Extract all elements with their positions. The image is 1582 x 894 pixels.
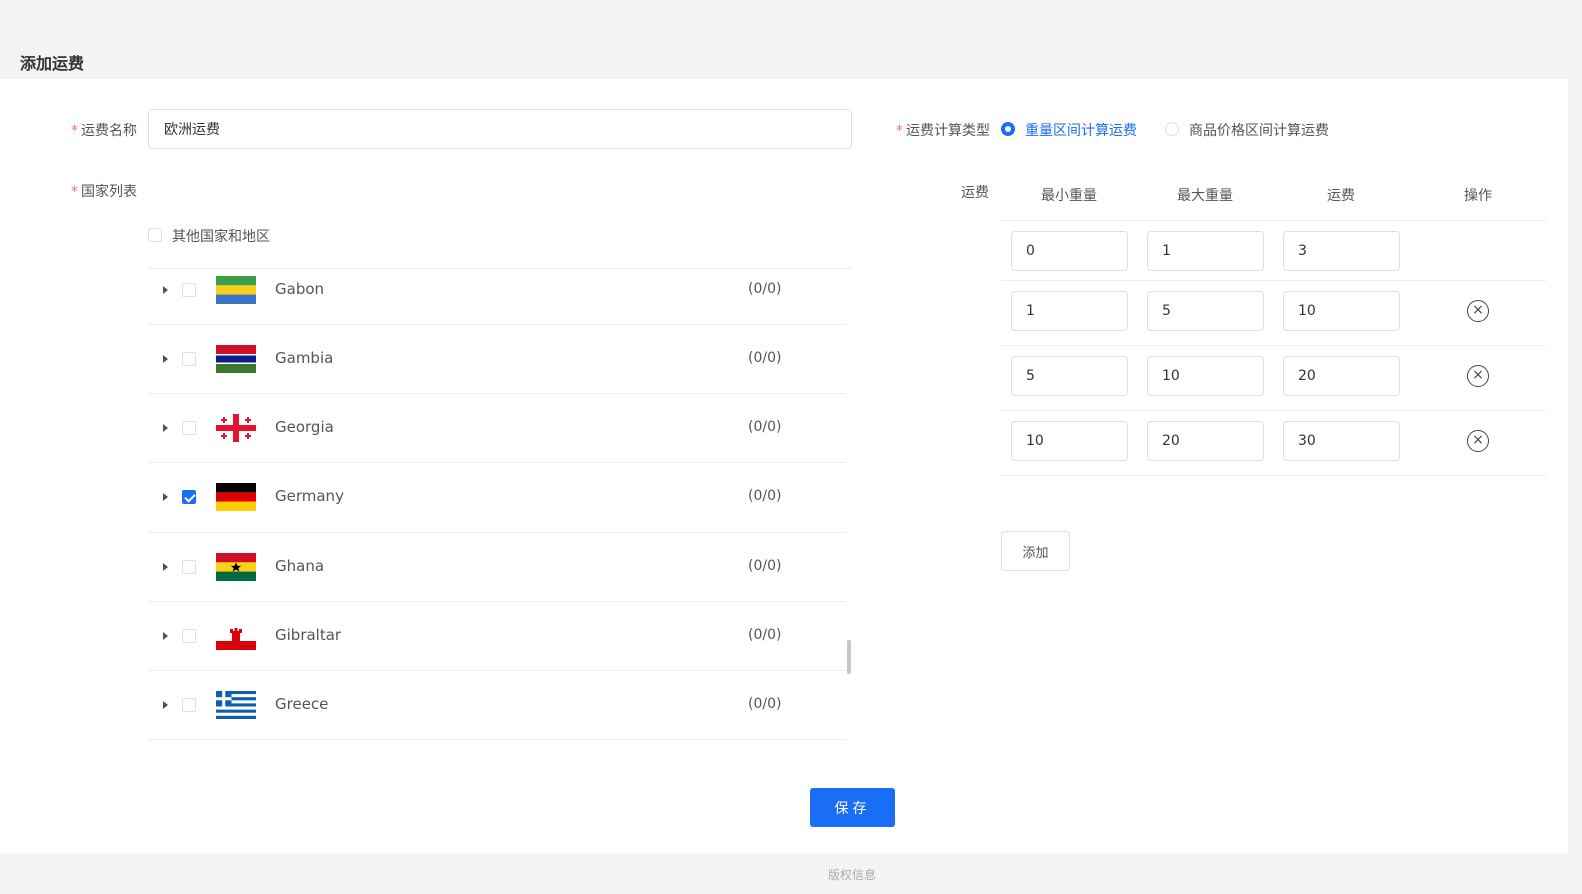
top-bar bbox=[0, 0, 1568, 20]
greece-flag-icon bbox=[216, 691, 256, 719]
country-name: Georgia bbox=[275, 418, 334, 436]
country-name: Gibraltar bbox=[275, 626, 342, 644]
gambia-flag-icon bbox=[216, 345, 256, 373]
country-count: (0/0) bbox=[748, 419, 782, 435]
country-count: (0/0) bbox=[748, 281, 782, 297]
expand-caret-icon[interactable] bbox=[163, 632, 168, 640]
fee-row: 10 20 30 × bbox=[1001, 411, 1546, 476]
country-checkbox[interactable] bbox=[182, 629, 196, 643]
country-row-gibraltar[interactable]: Gibraltar (0/0) bbox=[148, 602, 846, 671]
max-weight-input[interactable]: 1 bbox=[1147, 231, 1264, 271]
header-min-weight: 最小重量 bbox=[1041, 188, 1097, 204]
georgia-flag-icon bbox=[216, 414, 256, 442]
country-list-scrollbar[interactable] bbox=[847, 640, 851, 674]
expand-caret-icon[interactable] bbox=[163, 493, 168, 501]
delete-row-icon[interactable]: × bbox=[1467, 300, 1489, 322]
add-row-button[interactable]: 添加 bbox=[1001, 531, 1070, 571]
fee-row: 5 10 20 × bbox=[1001, 346, 1546, 411]
country-checkbox[interactable] bbox=[182, 490, 196, 504]
weight-range-radio[interactable] bbox=[1001, 122, 1015, 136]
name-label: * 运费名称 bbox=[71, 123, 137, 139]
delete-row-icon[interactable]: × bbox=[1467, 430, 1489, 452]
country-count: (0/0) bbox=[748, 558, 782, 574]
country-list-label: * 国家列表 bbox=[71, 184, 137, 200]
fee-input[interactable]: 3 bbox=[1283, 231, 1400, 271]
min-weight-input[interactable]: 10 bbox=[1011, 421, 1128, 461]
country-count: (0/0) bbox=[748, 627, 782, 643]
max-weight-input[interactable]: 5 bbox=[1147, 291, 1264, 331]
country-row-ghana[interactable]: Ghana (0/0) bbox=[148, 533, 846, 602]
price-range-label[interactable]: 商品价格区间计算运费 bbox=[1189, 120, 1329, 140]
header-fee: 运费 bbox=[1327, 188, 1355, 204]
gabon-flag-icon bbox=[216, 276, 256, 304]
country-name: Gabon bbox=[275, 280, 325, 298]
header-max-weight: 最大重量 bbox=[1177, 188, 1233, 204]
country-name: Gambia bbox=[275, 349, 334, 367]
fee-input[interactable]: 20 bbox=[1283, 356, 1400, 396]
country-row-georgia[interactable]: Georgia (0/0) bbox=[148, 394, 846, 463]
page-scrollbar-track[interactable] bbox=[1568, 0, 1582, 894]
ghana-flag-icon bbox=[216, 553, 256, 581]
other-regions-checkbox[interactable] bbox=[148, 228, 162, 242]
required-mark: * bbox=[71, 184, 78, 200]
header-actions: 操作 bbox=[1464, 188, 1492, 204]
weight-range-label[interactable]: 重量区间计算运费 bbox=[1025, 120, 1137, 140]
expand-caret-icon[interactable] bbox=[163, 701, 168, 709]
calc-type-label: * 运费计算类型 bbox=[896, 123, 990, 139]
panel-header bbox=[0, 40, 1568, 79]
gibraltar-flag-icon bbox=[216, 622, 256, 650]
max-weight-input[interactable]: 10 bbox=[1147, 356, 1264, 396]
required-mark: * bbox=[71, 123, 78, 139]
save-button[interactable]: 保存 bbox=[810, 788, 895, 827]
country-row-gambia[interactable]: Gambia (0/0) bbox=[148, 325, 846, 394]
germany-flag-icon bbox=[216, 483, 256, 511]
copyright-text: 版权信息 bbox=[827, 868, 876, 882]
country-count: (0/0) bbox=[748, 696, 782, 712]
fee-input[interactable]: 10 bbox=[1283, 291, 1400, 331]
shipping-name-input[interactable] bbox=[148, 109, 852, 149]
country-checkbox[interactable] bbox=[182, 698, 196, 712]
delete-row-icon[interactable]: × bbox=[1467, 365, 1489, 387]
fee-row: 013 bbox=[1001, 221, 1546, 281]
page-title: 添加运费 bbox=[20, 54, 85, 73]
country-checkbox[interactable] bbox=[182, 421, 196, 435]
other-regions-label: 其他国家和地区 bbox=[172, 229, 270, 245]
country-checkbox[interactable] bbox=[182, 283, 196, 297]
country-name: Ghana bbox=[275, 557, 325, 575]
country-count: (0/0) bbox=[748, 350, 782, 366]
fee-input[interactable]: 30 bbox=[1283, 421, 1400, 461]
country-checkbox[interactable] bbox=[182, 560, 196, 574]
country-checkbox[interactable] bbox=[182, 352, 196, 366]
expand-caret-icon[interactable] bbox=[163, 286, 168, 294]
required-mark: * bbox=[896, 123, 903, 139]
country-row-gabon[interactable]: Gabon (0/0) bbox=[148, 269, 846, 325]
expand-caret-icon[interactable] bbox=[163, 563, 168, 571]
country-row-greece[interactable]: Greece (0/0) bbox=[148, 671, 846, 740]
price-range-radio[interactable] bbox=[1165, 122, 1179, 136]
expand-caret-icon[interactable] bbox=[163, 355, 168, 363]
country-row-germany[interactable]: Germany (0/0) bbox=[148, 463, 846, 533]
fee-row: 1 5 10 × bbox=[1001, 281, 1546, 346]
min-weight-input[interactable]: 5 bbox=[1011, 356, 1128, 396]
min-weight-input[interactable]: 0 bbox=[1011, 231, 1128, 271]
country-count: (0/0) bbox=[748, 488, 782, 504]
country-name: Germany bbox=[275, 487, 344, 505]
country-tree-list[interactable]: Gabon (0/0) Gambia (0/0) Georgia (0/0) Germany… bbox=[148, 268, 852, 752]
min-weight-input[interactable]: 1 bbox=[1011, 291, 1128, 331]
expand-caret-icon[interactable] bbox=[163, 424, 168, 432]
country-name: Greece bbox=[275, 695, 329, 713]
max-weight-input[interactable]: 20 bbox=[1147, 421, 1264, 461]
fee-label: 运费 bbox=[961, 185, 989, 201]
